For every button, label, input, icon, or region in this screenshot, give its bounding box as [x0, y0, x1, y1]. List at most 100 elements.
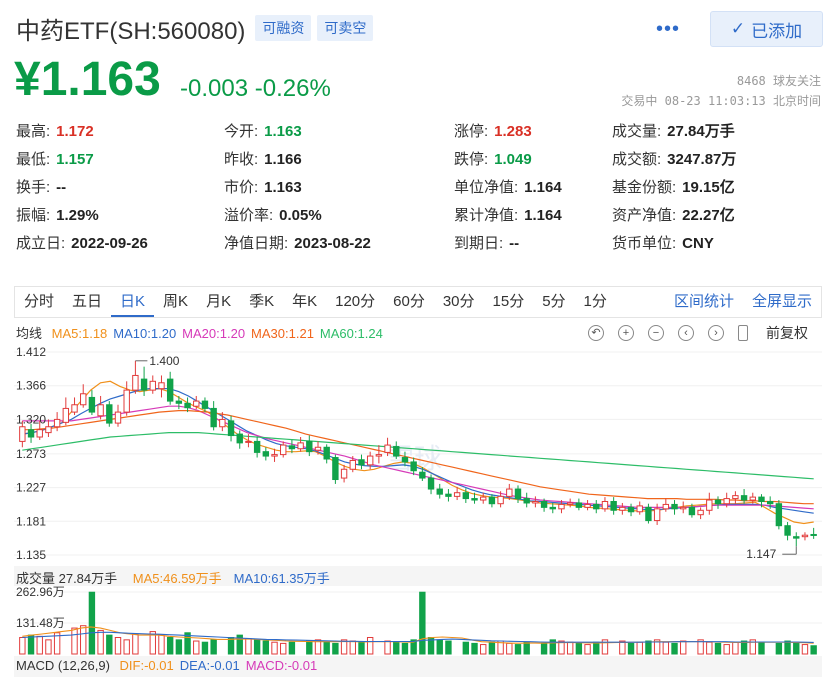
volume-bar [740, 640, 748, 655]
stats-row: 最高: 1.172 今开: 1.163 涨停: 1.283 成交量: 27.84万手 [16, 120, 816, 148]
volume-bar [627, 642, 635, 655]
range-stats-button[interactable]: 区间统计 [665, 287, 743, 317]
stat-key: 单位净值: [454, 179, 519, 196]
candle-up [506, 488, 513, 497]
stat-cell: 资产净值: 22.27亿 [612, 204, 735, 228]
tab-period[interactable]: 1分 [575, 287, 616, 317]
volume-legend-item: MA5:46.59万手 [132, 571, 222, 586]
stat-key: 跌停: [454, 151, 489, 168]
stat-value: 1.164 [524, 179, 562, 196]
candle-up [71, 404, 78, 413]
low-annotation: 1.147 [746, 547, 776, 561]
candle-down [462, 492, 470, 500]
stat-value: -- [56, 179, 67, 196]
candle-down [358, 459, 365, 466]
stat-value: 1.049 [494, 151, 532, 168]
volume-bar [619, 640, 626, 655]
scroll-left-icon[interactable]: ‹ [678, 325, 694, 341]
candle-down [523, 498, 530, 504]
ellipsis-icon[interactable]: ••• [656, 18, 680, 41]
volume-bar [401, 642, 409, 655]
added-watchlist-button[interactable]: ✓ 已添加 [710, 11, 823, 47]
volume-bar [471, 642, 478, 655]
candle-up [340, 468, 348, 479]
tab-period[interactable]: 日K [111, 287, 155, 317]
candle-up [114, 411, 122, 424]
volume-bar [271, 641, 278, 655]
stat-cell: 涨停: 1.283 [454, 120, 532, 144]
candle-up [558, 503, 565, 510]
tab-period[interactable]: 60分 [384, 287, 434, 317]
ma-legend-item: MA20:1.20 [182, 326, 246, 341]
stat-key: 成立日: [16, 235, 66, 252]
zoom-in-icon[interactable]: + [618, 325, 634, 341]
candle-up [219, 418, 226, 428]
scroll-right-icon[interactable]: › [708, 325, 724, 341]
candle-up [245, 440, 252, 443]
stat-cell: 累计净值: 1.164 [454, 204, 562, 228]
stat-key: 资产净值: [612, 207, 677, 224]
macd-label: MACD (12,26,9) [16, 658, 110, 673]
tab-period[interactable]: 年K [283, 287, 326, 317]
candle-down [393, 446, 400, 457]
tab-period[interactable]: 120分 [326, 287, 384, 317]
candle-icon[interactable] [738, 325, 748, 341]
tab-period[interactable]: 分时 [15, 287, 63, 317]
kline-chart[interactable]: 雪球1.4121.3661.3201.2731.2271.1811.1351.4… [14, 340, 822, 656]
stat-cell: 昨收: 1.166 [224, 148, 302, 172]
stat-cell: 成交额: 3247.87万 [612, 148, 736, 172]
candle-down [253, 440, 261, 453]
candle-up [653, 508, 661, 522]
stat-value: 2022-09-26 [71, 235, 148, 252]
volume-bar [645, 640, 652, 655]
candle-down [236, 433, 243, 444]
volume-bar [810, 645, 817, 655]
tab-period[interactable]: 30分 [434, 287, 484, 317]
candle-up [366, 455, 374, 466]
margin-tag[interactable]: 可融资 [255, 15, 312, 41]
tab-period[interactable]: 5分 [533, 287, 574, 317]
candle-down [793, 536, 800, 539]
candle-down [166, 378, 174, 402]
zoom-out-icon[interactable]: − [648, 325, 664, 341]
candle-down [140, 378, 148, 391]
volume-bar [480, 644, 487, 655]
stat-cell: 成立日: 2022-09-26 [16, 232, 148, 256]
volume-bar [714, 642, 722, 655]
candle-up [19, 426, 26, 442]
volume-bar [514, 644, 522, 655]
y-tick-label: 1.135 [16, 548, 46, 562]
stat-value: 2023-08-22 [294, 235, 371, 252]
stat-value: 0.05% [279, 207, 322, 224]
y-tick-label: 1.412 [16, 345, 46, 359]
ma-legend-item: MA30:1.21 [251, 326, 314, 341]
candle-down [758, 496, 765, 503]
fullscreen-button[interactable]: 全屏显示 [743, 287, 821, 317]
y-tick-label: 1.181 [16, 514, 46, 528]
volume-tick-label: 262.96万 [16, 585, 65, 599]
candle-up [314, 446, 322, 451]
candle-up [45, 426, 52, 434]
tab-period[interactable]: 五日 [63, 287, 111, 317]
candle-up [636, 505, 643, 513]
tab-period[interactable]: 季K [240, 287, 283, 317]
stat-value: 19.15亿 [682, 179, 735, 196]
short-tag[interactable]: 可卖空 [317, 15, 374, 41]
macd-legend-item: DIF:-0.01 [119, 658, 174, 673]
volume-bar [175, 639, 183, 655]
volume-bar [671, 642, 678, 655]
undo-icon[interactable]: ↶ [588, 325, 604, 341]
tab-period[interactable]: 周K [154, 287, 197, 317]
volume-bar [227, 636, 235, 655]
stat-value: 22.27亿 [682, 207, 735, 224]
follower-count[interactable]: 8468 球友关注 [737, 72, 821, 89]
candle-down [410, 461, 417, 472]
tab-period[interactable]: 15分 [484, 287, 534, 317]
tab-period[interactable]: 月K [197, 287, 240, 317]
candle-down [540, 501, 548, 508]
stats-row: 成立日: 2022-09-26 净值日期: 2023-08-22 到期日: -- 货币单位:… [16, 232, 816, 260]
candle-up [149, 380, 156, 391]
volume-bar [288, 641, 296, 655]
candle-up [601, 501, 609, 510]
stat-value: 27.84万手 [667, 123, 735, 140]
